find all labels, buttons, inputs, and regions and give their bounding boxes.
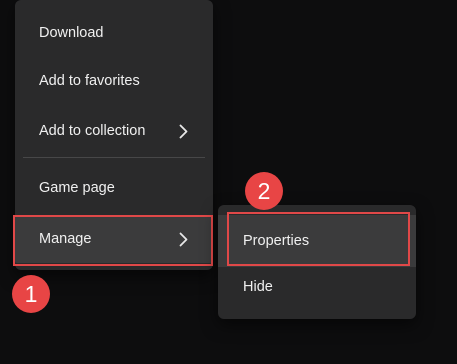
step-badge-number: 1 <box>24 280 38 307</box>
menu-divider <box>23 157 205 158</box>
submenu-item-label: Properties <box>243 233 310 249</box>
menu-item-manage[interactable]: Manage <box>15 215 213 263</box>
menu-item-label: Download <box>39 25 104 41</box>
menu-item-add-to-favorites[interactable]: Add to favorites <box>15 58 213 104</box>
submenu-item-label: Hide <box>243 279 273 295</box>
step-badge-number: 2 <box>257 177 271 204</box>
menu-item-label: Manage <box>39 231 92 247</box>
context-menu: Download Add to favorites Add to collect… <box>15 0 213 270</box>
submenu-item-properties[interactable]: Properties <box>218 215 416 267</box>
submenu-item-hide[interactable]: Hide <box>218 264 416 310</box>
menu-item-label: Add to favorites <box>39 73 140 89</box>
menu-item-label: Add to collection <box>39 123 146 139</box>
chevron-right-icon <box>177 123 189 139</box>
menu-item-game-page[interactable]: Game page <box>15 165 213 211</box>
menu-item-label: Game page <box>39 180 115 196</box>
menu-item-add-to-collection[interactable]: Add to collection <box>15 108 213 154</box>
step-badge-2: 2 <box>245 172 283 210</box>
manage-submenu: Properties Hide <box>218 205 416 319</box>
step-badge-1: 1 <box>12 275 50 313</box>
chevron-right-icon <box>177 231 189 247</box>
menu-item-download[interactable]: Download <box>15 10 213 56</box>
